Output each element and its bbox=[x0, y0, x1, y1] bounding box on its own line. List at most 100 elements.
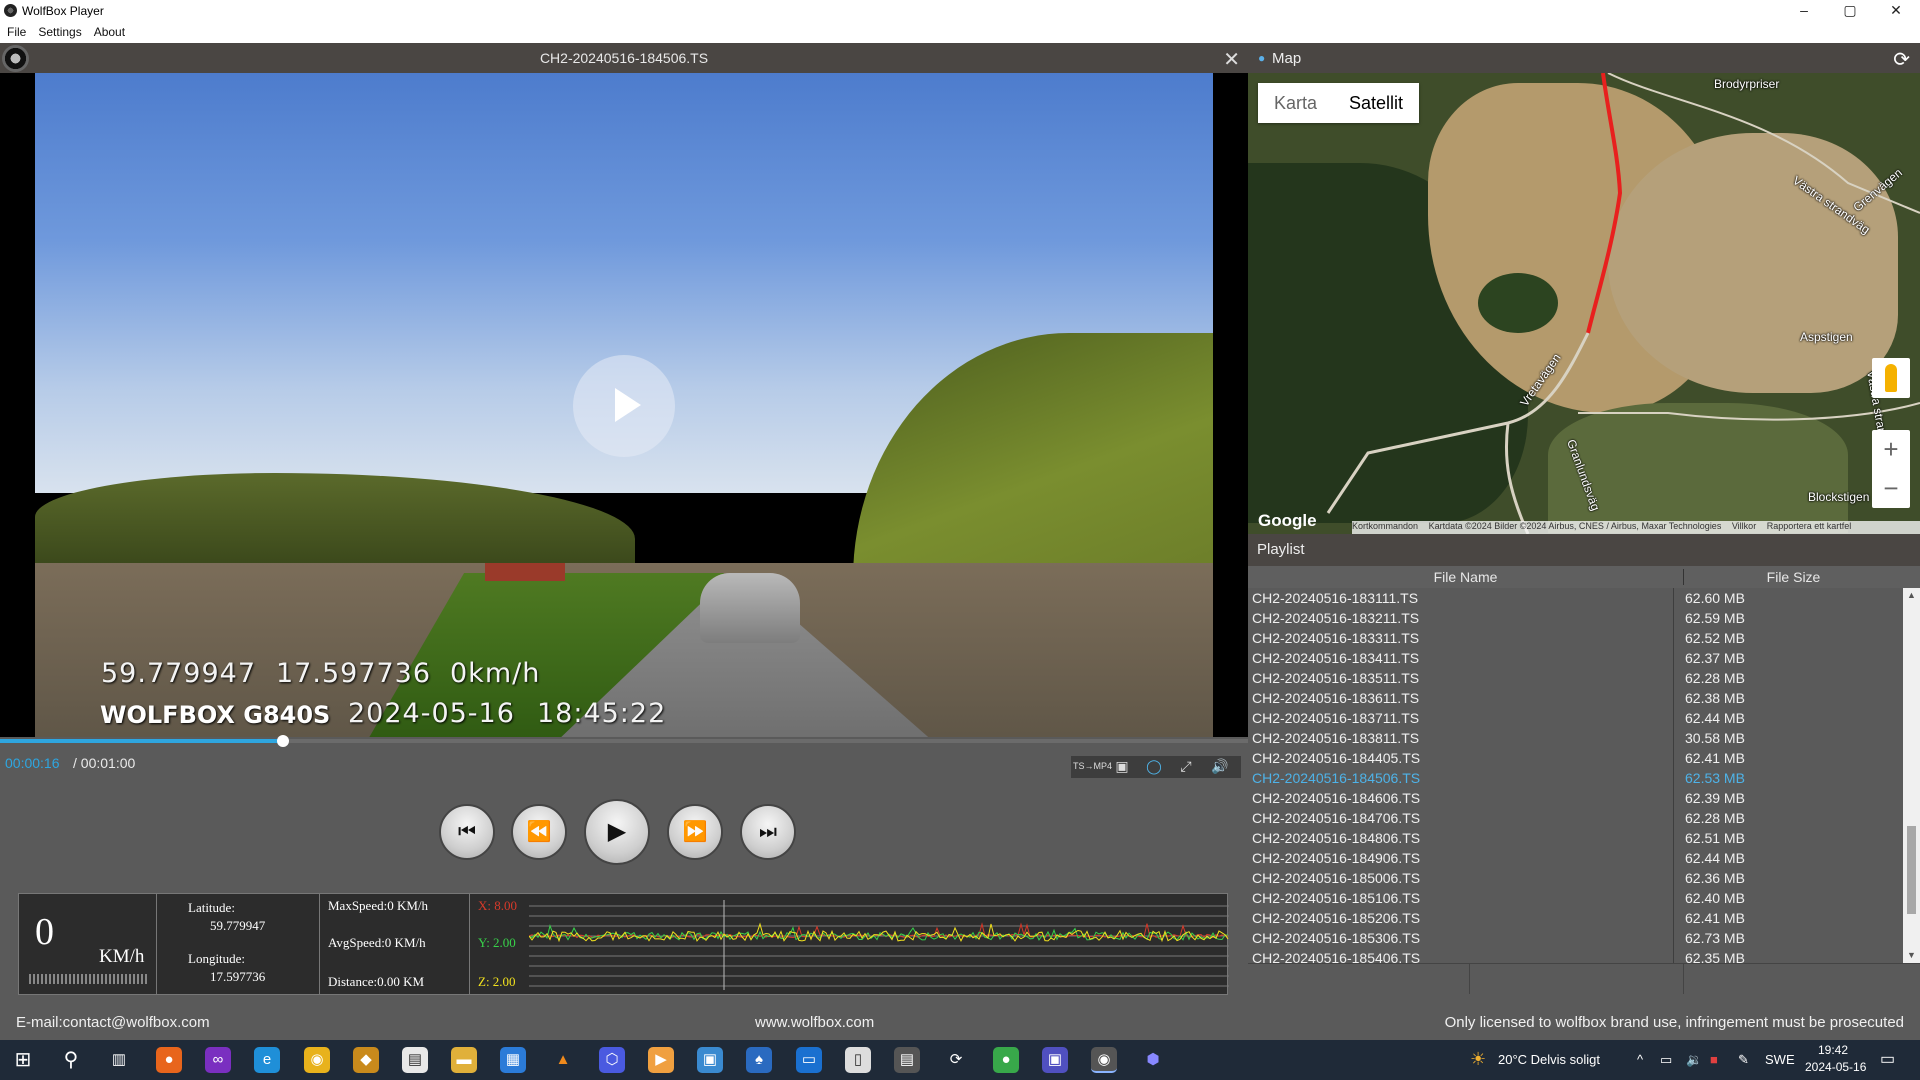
play-overlay-button[interactable] bbox=[573, 355, 675, 457]
volume-icon[interactable]: 🔊 bbox=[1205, 758, 1235, 775]
tray-app-icon[interactable]: ■ bbox=[1710, 1052, 1718, 1067]
playlist-row[interactable]: CH2-20240516-183611.TS 62.38 MB bbox=[1248, 688, 1903, 708]
playlist-row[interactable]: CH2-20240516-185006.TS 62.36 MB bbox=[1248, 868, 1903, 888]
playlist-row[interactable]: CH2-20240516-184405.TS 62.41 MB bbox=[1248, 748, 1903, 768]
column-file-size[interactable]: File Size bbox=[1683, 569, 1903, 585]
website-link[interactable]: www.wolfbox.com bbox=[755, 1014, 874, 1031]
calculator-icon[interactable]: ▯ bbox=[845, 1047, 871, 1073]
scroll-down-icon[interactable]: ▼ bbox=[1903, 950, 1920, 960]
map-tab-satellit[interactable]: Satellit bbox=[1333, 83, 1419, 123]
seek-bar[interactable] bbox=[0, 735, 1248, 747]
app-icon[interactable]: ● bbox=[993, 1047, 1019, 1073]
menu-settings[interactable]: Settings bbox=[31, 22, 86, 39]
fast-forward-button[interactable]: ⏩ bbox=[667, 804, 723, 860]
pen-icon[interactable]: ✎ bbox=[1738, 1052, 1749, 1068]
network-icon[interactable]: ▭ bbox=[1660, 1052, 1672, 1068]
scroll-up-icon[interactable]: ▲ bbox=[1903, 590, 1920, 600]
menu-about[interactable]: About bbox=[87, 22, 130, 39]
menu-file[interactable]: File bbox=[0, 22, 31, 39]
playlist-row[interactable]: CH2-20240516-183111.TS 62.60 MB bbox=[1248, 588, 1903, 608]
playlist-scrollbar[interactable]: ▲ ▼ bbox=[1903, 588, 1920, 963]
refresh-icon[interactable]: ⟳ bbox=[1893, 47, 1910, 72]
playlist-row[interactable]: CH2-20240516-184906.TS 62.44 MB bbox=[1248, 848, 1903, 868]
gsensor-graph bbox=[529, 900, 1229, 990]
maximize-button[interactable]: ▢ bbox=[1827, 0, 1873, 22]
vlc-icon[interactable]: ▲ bbox=[550, 1047, 576, 1073]
app-icon[interactable]: ⬢ bbox=[1140, 1047, 1166, 1073]
app-icon[interactable]: ▭ bbox=[796, 1047, 822, 1073]
language-indicator[interactable]: SWE bbox=[1765, 1052, 1795, 1067]
seek-knob[interactable] bbox=[277, 735, 290, 747]
convert-ts-mp4-icon[interactable]: TS→MP4 bbox=[1073, 761, 1112, 771]
zoom-out-button[interactable]: − bbox=[1872, 469, 1910, 508]
column-file-name[interactable]: File Name bbox=[1248, 569, 1683, 585]
app-icon[interactable]: ♠ bbox=[746, 1047, 772, 1073]
video-player[interactable]: 59.779947 17.597736 0km/h WOLFBOX G840S … bbox=[0, 73, 1248, 737]
road-line bbox=[1504, 422, 1530, 534]
save-icon[interactable]: ▣ bbox=[1042, 1047, 1068, 1073]
playlist-row[interactable]: CH2-20240516-185106.TS 62.40 MB bbox=[1248, 888, 1903, 908]
map-view[interactable]: Karta Satellit Brodyrpriser Västra strand… bbox=[1248, 73, 1920, 534]
fullscreen-icon[interactable]: ⤢ bbox=[1171, 758, 1201, 775]
chrome-icon[interactable]: ◉ bbox=[304, 1047, 330, 1073]
trip-stats: MaxSpeed:0 KM/h AvgSpeed:0 KM/h Distance… bbox=[320, 894, 470, 994]
app-icon[interactable]: ◆ bbox=[353, 1047, 379, 1073]
media-icon[interactable]: ▶ bbox=[648, 1047, 674, 1073]
app-icon[interactable]: ∞ bbox=[205, 1047, 231, 1073]
playlist-row[interactable]: CH2-20240516-184506.TS 62.53 MB bbox=[1248, 768, 1903, 788]
file-size-cell: 62.36 MB bbox=[1685, 870, 1745, 886]
playlist-row[interactable]: CH2-20240516-183711.TS 62.44 MB bbox=[1248, 708, 1903, 728]
play-button[interactable]: ▶ bbox=[584, 799, 650, 865]
report-error-link[interactable]: Rapportera ett kartfel bbox=[1767, 521, 1852, 531]
file-explorer-icon[interactable]: ▬ bbox=[451, 1047, 477, 1073]
map-tab-karta[interactable]: Karta bbox=[1258, 83, 1333, 123]
playlist-row[interactable]: CH2-20240516-183511.TS 62.28 MB bbox=[1248, 668, 1903, 688]
playlist-row[interactable]: CH2-20240516-184706.TS 62.28 MB bbox=[1248, 808, 1903, 828]
scroll-thumb[interactable] bbox=[1907, 826, 1916, 914]
playlist-row[interactable]: CH2-20240516-184606.TS 62.39 MB bbox=[1248, 788, 1903, 808]
speaker-icon[interactable]: 🔉 bbox=[1686, 1052, 1702, 1068]
file-size-cell: 62.39 MB bbox=[1685, 790, 1745, 806]
playlist-row[interactable]: CH2-20240516-183211.TS 62.59 MB bbox=[1248, 608, 1903, 628]
notepad-icon[interactable]: ▤ bbox=[402, 1047, 428, 1073]
snapshot-icon[interactable]: ▣ bbox=[1107, 758, 1137, 775]
terms-link[interactable]: Villkor bbox=[1732, 521, 1756, 531]
windows-start-icon[interactable]: ⊞ bbox=[10, 1047, 36, 1073]
weather-text[interactable]: 20°C Delvis soligt bbox=[1498, 1052, 1600, 1067]
task-view-icon[interactable]: ▥ bbox=[106, 1047, 132, 1073]
edge-icon[interactable]: e bbox=[254, 1047, 280, 1073]
playlist-row[interactable]: CH2-20240516-184806.TS 62.51 MB bbox=[1248, 828, 1903, 848]
total-time: / 00:01:00 bbox=[73, 755, 136, 771]
tray-chevron-icon[interactable]: ^ bbox=[1637, 1052, 1643, 1067]
playlist-row[interactable]: CH2-20240516-183411.TS 62.37 MB bbox=[1248, 648, 1903, 668]
search-icon[interactable]: ⚲ bbox=[58, 1047, 84, 1073]
next-file-button[interactable]: ⏭ bbox=[740, 804, 796, 860]
playlist-row[interactable]: CH2-20240516-185306.TS 62.73 MB bbox=[1248, 928, 1903, 948]
weather-icon[interactable]: ☀ bbox=[1470, 1049, 1486, 1070]
clock-date[interactable]: 2024-05-16 bbox=[1805, 1060, 1866, 1074]
firefox-icon[interactable]: ● bbox=[156, 1047, 182, 1073]
speed-value: 0 bbox=[35, 911, 54, 953]
store-icon[interactable]: ▦ bbox=[500, 1047, 526, 1073]
speedometer: 0 KM/h bbox=[19, 894, 157, 994]
street-view-pegman-icon[interactable] bbox=[1872, 358, 1910, 398]
rotate-icon[interactable]: ◯ bbox=[1139, 758, 1169, 775]
sync-icon[interactable]: ⟳ bbox=[943, 1047, 969, 1073]
close-video-icon[interactable]: ✕ bbox=[1223, 47, 1240, 72]
previous-file-button[interactable]: ⏮ bbox=[439, 804, 495, 860]
zoom-in-button[interactable]: + bbox=[1872, 430, 1910, 469]
playlist-row[interactable]: CH2-20240516-185206.TS 62.41 MB bbox=[1248, 908, 1903, 928]
app-icon[interactable]: ▣ bbox=[697, 1047, 723, 1073]
notifications-icon[interactable]: ▭ bbox=[1880, 1049, 1895, 1069]
playlist-row[interactable]: CH2-20240516-183811.TS 30.58 MB bbox=[1248, 728, 1903, 748]
playlist-row[interactable]: CH2-20240516-183311.TS 62.52 MB bbox=[1248, 628, 1903, 648]
rewind-button[interactable]: ⏪ bbox=[511, 804, 567, 860]
minimize-button[interactable]: – bbox=[1781, 0, 1827, 22]
video-editor-icon[interactable]: ▤ bbox=[894, 1047, 920, 1073]
close-window-button[interactable]: ✕ bbox=[1873, 0, 1919, 22]
wolfbox-player-icon[interactable]: ◉ bbox=[1091, 1047, 1117, 1073]
clock-time[interactable]: 19:42 bbox=[1818, 1043, 1848, 1057]
keyboard-shortcuts-link[interactable]: Kortkommandon bbox=[1352, 521, 1418, 531]
app-icon[interactable]: ⬡ bbox=[599, 1047, 625, 1073]
playlist-row[interactable]: CH2-20240516-185406.TS 62.35 MB bbox=[1248, 948, 1903, 963]
